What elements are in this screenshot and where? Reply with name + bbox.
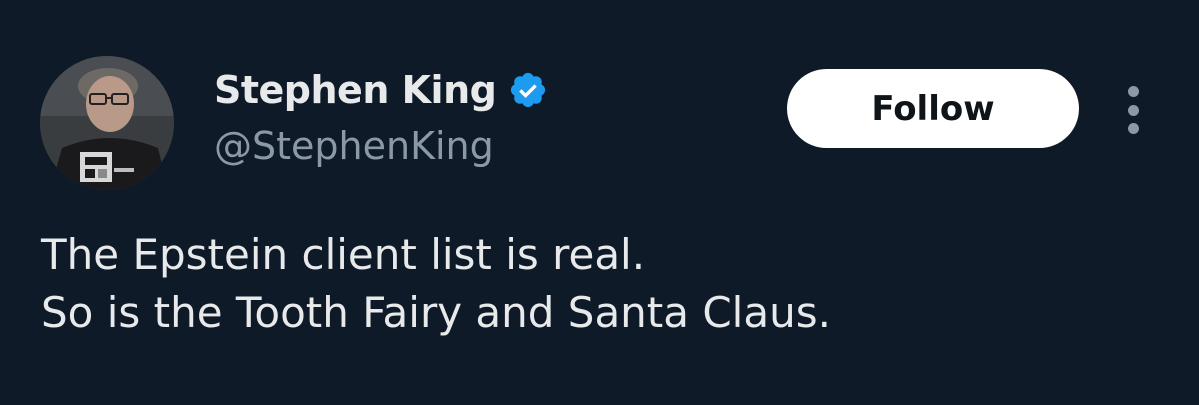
tweet-card: Stephen King @StephenKing Follow The Eps… (0, 0, 1199, 405)
author-name-row: Stephen King (214, 64, 548, 116)
tweet-text: The Epstein client list is real. So is t… (41, 226, 831, 342)
avatar[interactable] (40, 56, 174, 190)
tweet-line: So is the Tooth Fairy and Santa Claus. (41, 288, 831, 337)
avatar-image (40, 56, 174, 190)
more-vertical-icon[interactable] (1118, 86, 1148, 134)
verified-badge-icon (511, 72, 546, 108)
display-name[interactable]: Stephen King (214, 68, 497, 112)
more-dot (1127, 104, 1139, 116)
more-dot (1127, 123, 1139, 134)
user-handle[interactable]: @StephenKing (214, 124, 494, 168)
more-dot (1127, 86, 1139, 97)
follow-button[interactable]: Follow (787, 69, 1079, 148)
tweet-line: The Epstein client list is real. (41, 230, 646, 279)
